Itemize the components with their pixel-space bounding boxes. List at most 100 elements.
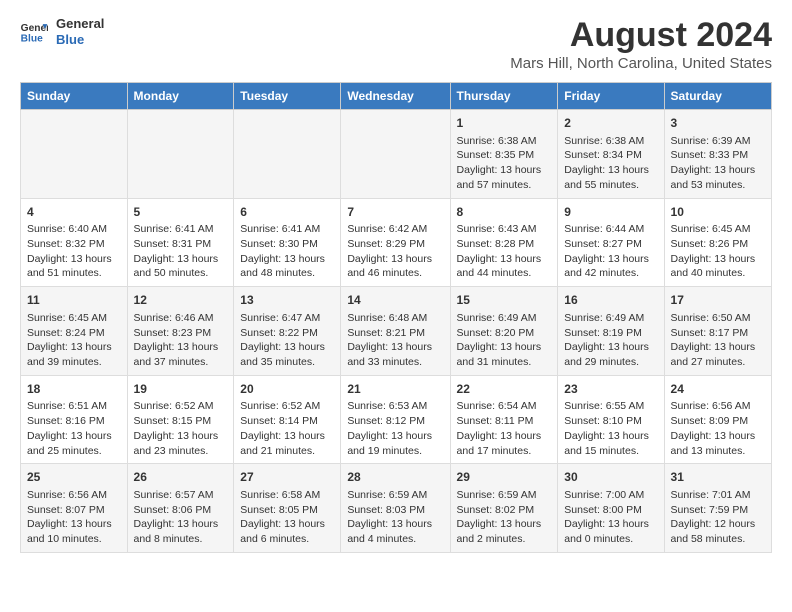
day-content: Sunrise: 6:46 AMSunset: 8:23 PMDaylight:… <box>134 311 228 370</box>
calendar-cell: 27 Sunrise: 6:58 AMSunset: 8:05 PMDayligh… <box>234 464 341 553</box>
day-number: 10 <box>671 204 765 221</box>
day-content: Sunrise: 6:38 AMSunset: 8:35 PMDaylight:… <box>457 134 552 193</box>
calendar-cell: 5Sunrise: 6:41 AMSunset: 8:31 PMDaylight… <box>127 198 234 287</box>
day-content: Sunrise: 6:44 AMSunset: 8:27 PMDaylight:… <box>564 222 657 281</box>
day-number: 14 <box>347 292 443 309</box>
day-number: 24 <box>671 381 765 398</box>
day-number: 18 <box>27 381 121 398</box>
calendar-cell: 3 Sunrise: 6:39 AMSunset: 8:33 PMDaylight… <box>664 110 771 199</box>
calendar-cell: 9Sunrise: 6:44 AMSunset: 8:27 PMDaylight… <box>558 198 664 287</box>
day-number: 7 <box>347 204 443 221</box>
calendar-cell: 11Sunrise: 6:45 AMSunset: 8:24 PMDayligh… <box>21 287 128 376</box>
calendar-cell: 17 Sunrise: 6:50 AMSunset: 8:17 PMDayligh… <box>664 287 771 376</box>
day-number: 25 <box>27 469 121 486</box>
calendar-cell: 24Sunrise: 6:56 AMSunset: 8:09 PMDayligh… <box>664 375 771 464</box>
calendar-cell: 19Sunrise: 6:52 AMSunset: 8:15 PMDayligh… <box>127 375 234 464</box>
day-number: 29 <box>457 469 552 486</box>
calendar-cell: 20Sunrise: 6:52 AMSunset: 8:14 PMDayligh… <box>234 375 341 464</box>
calendar-cell: 2 Sunrise: 6:38 AMSunset: 8:34 PMDaylight… <box>558 110 664 199</box>
day-number: 3 <box>671 115 765 132</box>
day-number: 2 <box>564 115 657 132</box>
day-number: 19 <box>134 381 228 398</box>
calendar-cell: 21Sunrise: 6:53 AMSunset: 8:12 PMDayligh… <box>341 375 450 464</box>
calendar-cell <box>127 110 234 199</box>
day-content: Sunrise: 6:41 AMSunset: 8:31 PMDaylight:… <box>134 222 228 281</box>
day-content: Sunrise: 6:47 AMSunset: 8:22 PMDaylight:… <box>240 311 334 370</box>
day-content: Sunrise: 7:01 AMSunset: 7:59 PMDaylight:… <box>671 488 765 547</box>
day-number: 4 <box>27 204 121 221</box>
weekday-header-sunday: Sunday <box>21 83 128 110</box>
calendar-week-3: 11Sunrise: 6:45 AMSunset: 8:24 PMDayligh… <box>21 287 772 376</box>
day-content: Sunrise: 6:38 AMSunset: 8:34 PMDaylight:… <box>564 134 657 193</box>
calendar-cell: 28Sunrise: 6:59 AMSunset: 8:03 PMDayligh… <box>341 464 450 553</box>
day-content: Sunrise: 6:43 AMSunset: 8:28 PMDaylight:… <box>457 222 552 281</box>
day-content: Sunrise: 6:49 AMSunset: 8:19 PMDaylight:… <box>564 311 657 370</box>
logo-general: General <box>56 16 104 32</box>
calendar-cell <box>21 110 128 199</box>
day-number: 20 <box>240 381 334 398</box>
calendar-cell: 26Sunrise: 6:57 AMSunset: 8:06 PMDayligh… <box>127 464 234 553</box>
day-number: 8 <box>457 204 552 221</box>
day-number: 23 <box>564 381 657 398</box>
day-content: Sunrise: 6:45 AMSunset: 8:24 PMDaylight:… <box>27 311 121 370</box>
day-content: Sunrise: 6:58 AMSunset: 8:05 PMDaylight:… <box>240 488 334 547</box>
calendar-cell: 13Sunrise: 6:47 AMSunset: 8:22 PMDayligh… <box>234 287 341 376</box>
calendar-cell: 15Sunrise: 6:49 AMSunset: 8:20 PMDayligh… <box>450 287 558 376</box>
calendar-cell: 25 Sunrise: 6:56 AMSunset: 8:07 PMDayligh… <box>21 464 128 553</box>
calendar-cell <box>341 110 450 199</box>
calendar-cell: 12 Sunrise: 6:46 AMSunset: 8:23 PMDayligh… <box>127 287 234 376</box>
day-number: 12 <box>134 292 228 309</box>
day-content: Sunrise: 7:00 AMSunset: 8:00 PMDaylight:… <box>564 488 657 547</box>
day-content: Sunrise: 6:45 AMSunset: 8:26 PMDaylight:… <box>671 222 765 281</box>
day-number: 17 <box>671 292 765 309</box>
day-number: 27 <box>240 469 334 486</box>
day-number: 5 <box>134 204 228 221</box>
day-content: Sunrise: 6:39 AMSunset: 8:33 PMDaylight:… <box>671 134 765 193</box>
calendar-cell: 6Sunrise: 6:41 AMSunset: 8:30 PMDaylight… <box>234 198 341 287</box>
weekday-header-thursday: Thursday <box>450 83 558 110</box>
day-content: Sunrise: 6:41 AMSunset: 8:30 PMDaylight:… <box>240 222 334 281</box>
calendar-week-5: 25 Sunrise: 6:56 AMSunset: 8:07 PMDayligh… <box>21 464 772 553</box>
weekday-header-monday: Monday <box>127 83 234 110</box>
day-number: 15 <box>457 292 552 309</box>
day-content: Sunrise: 6:52 AMSunset: 8:14 PMDaylight:… <box>240 399 334 458</box>
day-content: Sunrise: 6:50 AMSunset: 8:17 PMDaylight:… <box>671 311 765 370</box>
calendar-cell: 8Sunrise: 6:43 AMSunset: 8:28 PMDaylight… <box>450 198 558 287</box>
calendar-cell <box>234 110 341 199</box>
weekday-header-wednesday: Wednesday <box>341 83 450 110</box>
weekday-header-tuesday: Tuesday <box>234 83 341 110</box>
calendar-cell: 4Sunrise: 6:40 AMSunset: 8:32 PMDaylight… <box>21 198 128 287</box>
weekday-row: SundayMondayTuesdayWednesdayThursdayFrid… <box>21 83 772 110</box>
weekday-header-friday: Friday <box>558 83 664 110</box>
day-content: Sunrise: 6:55 AMSunset: 8:10 PMDaylight:… <box>564 399 657 458</box>
calendar-cell: 22Sunrise: 6:54 AMSunset: 8:11 PMDayligh… <box>450 375 558 464</box>
day-content: Sunrise: 6:59 AMSunset: 8:03 PMDaylight:… <box>347 488 443 547</box>
day-content: Sunrise: 6:56 AMSunset: 8:09 PMDaylight:… <box>671 399 765 458</box>
calendar-cell: 7Sunrise: 6:42 AMSunset: 8:29 PMDaylight… <box>341 198 450 287</box>
logo-blue: Blue <box>56 32 104 48</box>
header: General Blue General Blue August 2024 Ma… <box>20 16 772 72</box>
calendar-cell: 31 Sunrise: 7:01 AMSunset: 7:59 PMDayligh… <box>664 464 771 553</box>
day-number: 31 <box>671 469 765 486</box>
weekday-header-saturday: Saturday <box>664 83 771 110</box>
calendar-cell: 10Sunrise: 6:45 AMSunset: 8:26 PMDayligh… <box>664 198 771 287</box>
logo: General Blue General Blue <box>20 16 104 47</box>
page-subtitle: Mars Hill, North Carolina, United States <box>510 55 772 72</box>
day-number: 1 <box>457 115 552 132</box>
calendar-cell: 14 Sunrise: 6:48 AMSunset: 8:21 PMDayligh… <box>341 287 450 376</box>
day-number: 30 <box>564 469 657 486</box>
day-number: 16 <box>564 292 657 309</box>
calendar-week-1: 1 Sunrise: 6:38 AMSunset: 8:35 PMDaylight… <box>21 110 772 199</box>
svg-text:Blue: Blue <box>21 33 43 43</box>
calendar-cell: 29Sunrise: 6:59 AMSunset: 8:02 PMDayligh… <box>450 464 558 553</box>
calendar-table: SundayMondayTuesdayWednesdayThursdayFrid… <box>20 82 772 553</box>
day-content: Sunrise: 6:54 AMSunset: 8:11 PMDaylight:… <box>457 399 552 458</box>
day-content: Sunrise: 6:48 AMSunset: 8:21 PMDaylight:… <box>347 311 443 370</box>
title-area: August 2024 Mars Hill, North Carolina, U… <box>510 16 772 72</box>
day-number: 22 <box>457 381 552 398</box>
calendar-week-2: 4Sunrise: 6:40 AMSunset: 8:32 PMDaylight… <box>21 198 772 287</box>
day-content: Sunrise: 6:56 AMSunset: 8:07 PMDaylight:… <box>27 488 121 547</box>
day-number: 9 <box>564 204 657 221</box>
day-number: 6 <box>240 204 334 221</box>
calendar-week-4: 18Sunrise: 6:51 AMSunset: 8:16 PMDayligh… <box>21 375 772 464</box>
